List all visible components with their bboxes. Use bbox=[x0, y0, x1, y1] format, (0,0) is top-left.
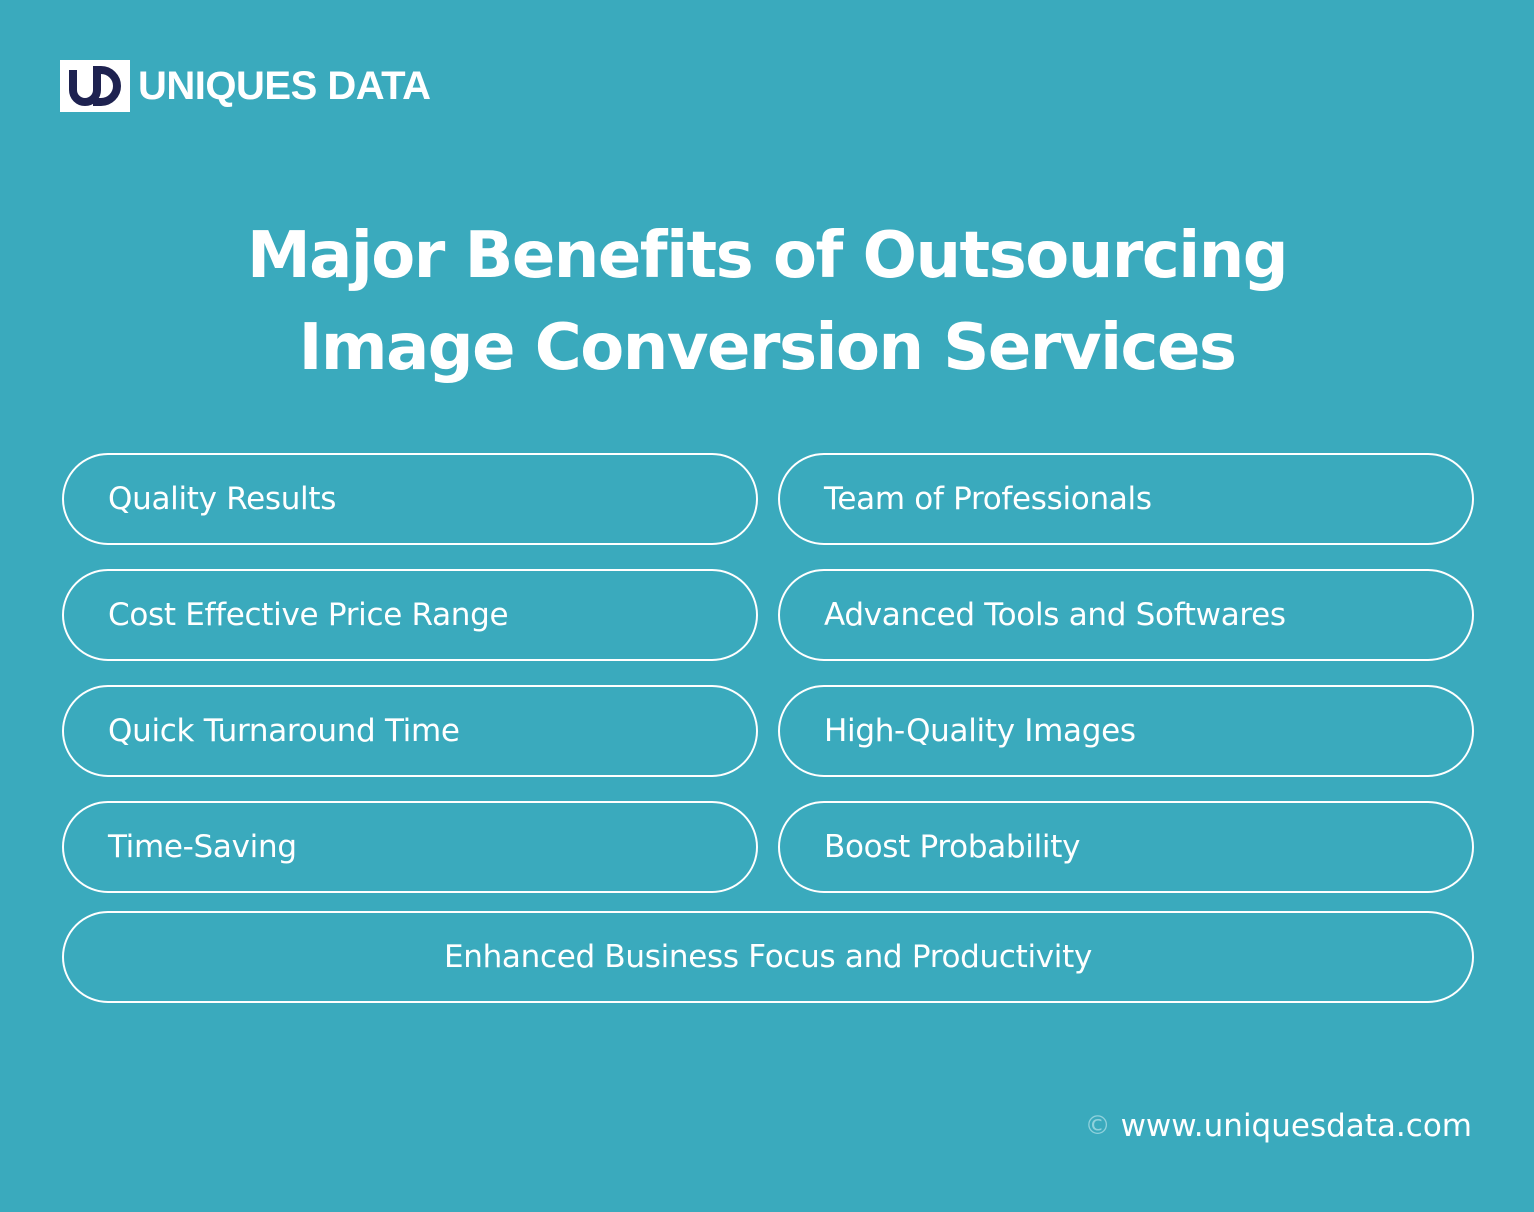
benefit-advanced-tools: Advanced Tools and Softwares bbox=[778, 569, 1474, 661]
benefit-team-of-professionals: Team of Professionals bbox=[778, 453, 1474, 545]
benefit-enhanced-focus: Enhanced Business Focus and Productivity bbox=[62, 911, 1474, 1003]
copyright-icon: © bbox=[1084, 1111, 1111, 1141]
benefit-high-quality-images: High-Quality Images bbox=[778, 685, 1474, 777]
benefit-quality-results: Quality Results bbox=[62, 453, 758, 545]
footer: © www.uniquesdata.com bbox=[1085, 1108, 1472, 1144]
title-line-2: Image Conversion Services bbox=[298, 311, 1237, 385]
benefit-quick-turnaround: Quick Turnaround Time bbox=[62, 685, 758, 777]
benefit-boost-probability: Boost Probability bbox=[778, 801, 1474, 893]
logo-mark-icon bbox=[60, 60, 130, 112]
page-title: Major Benefits of Outsourcing Image Conv… bbox=[0, 210, 1534, 394]
logo-text: UNIQUES DATA bbox=[138, 63, 431, 108]
footer-url[interactable]: www.uniquesdata.com bbox=[1121, 1108, 1472, 1144]
title-line-1: Major Benefits of Outsourcing bbox=[246, 219, 1289, 293]
benefit-time-saving: Time-Saving bbox=[62, 801, 758, 893]
benefit-cost-effective: Cost Effective Price Range bbox=[62, 569, 758, 661]
logo: UNIQUES DATA bbox=[60, 60, 431, 112]
